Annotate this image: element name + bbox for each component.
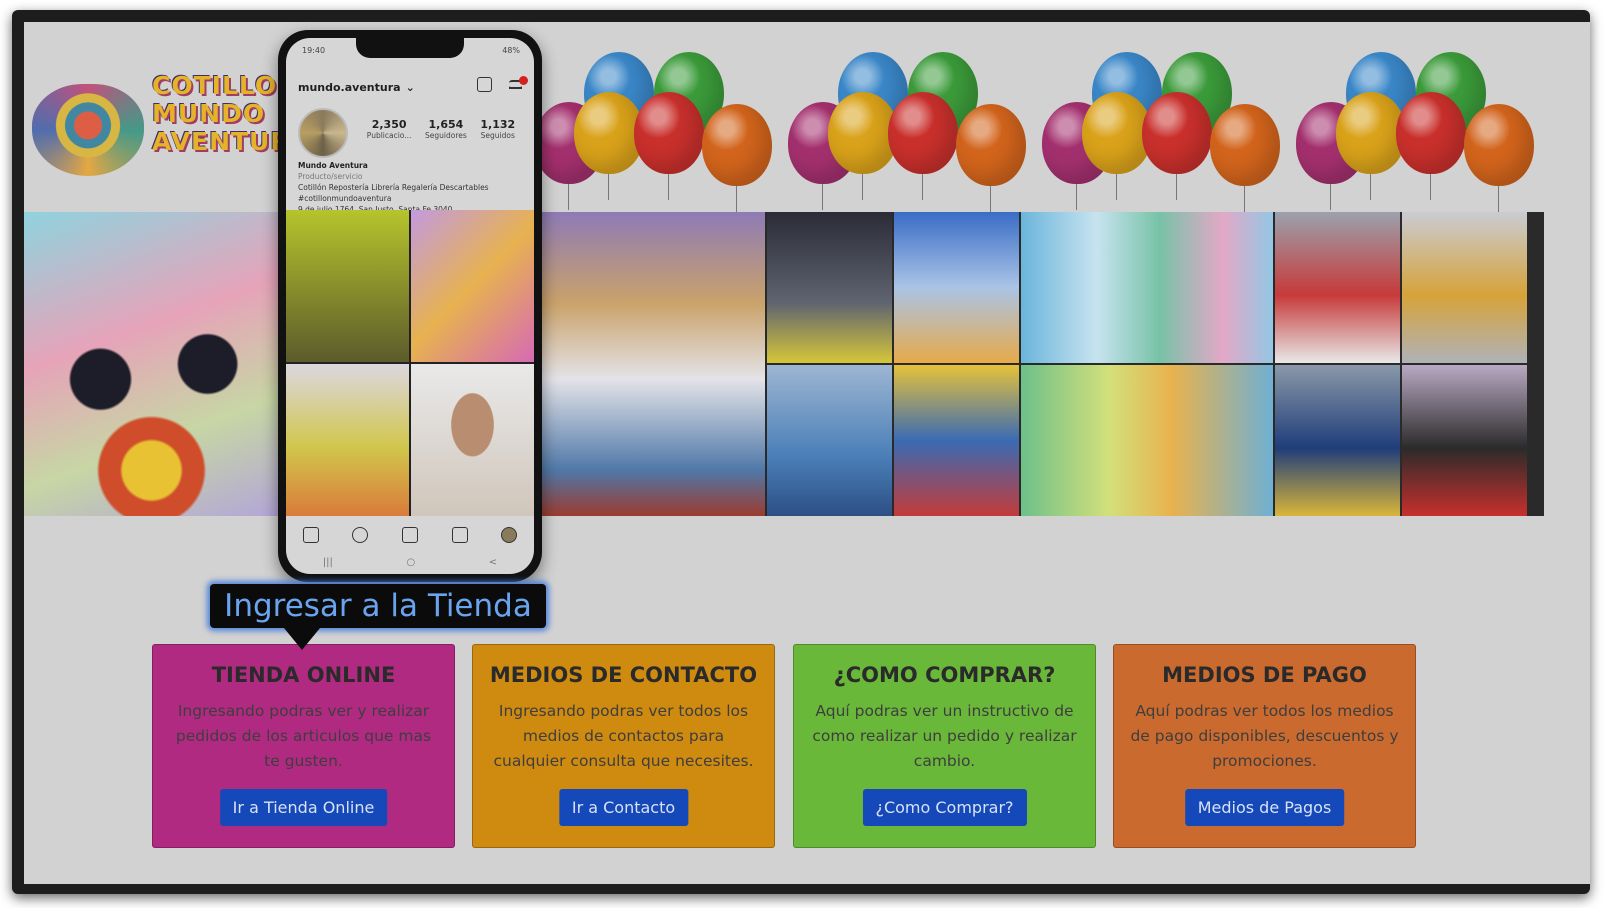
instagram-post-grid (286, 210, 534, 516)
stat-following[interactable]: 1,132 Seguidos (480, 118, 515, 140)
como-comprar-button[interactable]: ¿Como Comprar? (862, 789, 1027, 826)
tooltip-arrow (284, 628, 320, 650)
search-icon[interactable] (352, 527, 369, 543)
collage-photo-paw-patrol (894, 365, 1019, 516)
stat-posts[interactable]: 2,350 Publicacio... (367, 118, 412, 140)
balloon-decoration (1464, 104, 1534, 212)
card-title: ¿COMO COMPRAR? (833, 663, 1056, 687)
balloon-decoration (1142, 92, 1212, 200)
collage-photo-boca (1275, 365, 1400, 516)
card-description: Aquí podras ver un instructivo de como r… (812, 702, 1077, 770)
reels-icon[interactable] (451, 527, 468, 543)
post-thumbnail[interactable] (286, 210, 409, 362)
tienda-online-button[interactable]: Ir a Tienda Online (219, 789, 388, 826)
bio-hashtag[interactable]: #cotillonmundoaventura (298, 193, 526, 204)
card-title: MEDIOS DE CONTACTO (489, 663, 758, 687)
web-page: COTILLON MUNDO AVENTURA 19:40 48% mundo.… (24, 22, 1590, 884)
status-battery: 48% (502, 46, 520, 55)
balloon-decoration (1396, 92, 1466, 200)
collage-photo-sonic (894, 212, 1019, 363)
stat-label: Publicacio... (366, 131, 412, 140)
card-description: Ingresando podras ver y realizar pedidos… (175, 702, 432, 770)
contacto-button[interactable]: Ir a Contacto (558, 789, 689, 826)
post-thumbnail[interactable] (286, 364, 409, 516)
android-nav-bar: ||| ○ < (286, 554, 534, 570)
stat-value: 1,654 (428, 118, 464, 131)
menu-icon[interactable] (509, 76, 528, 89)
balloon-decoration (634, 92, 704, 200)
bio-line: Cotillón Repostería Librería Regalería D… (298, 183, 489, 192)
collage-photo-sunglasses (24, 212, 279, 516)
profile-avatar[interactable] (298, 108, 348, 158)
stat-label: Seguidores (425, 131, 467, 140)
collage-photo-bottles (1402, 212, 1527, 363)
instagram-bottom-nav (286, 518, 534, 552)
post-thumbnail[interactable] (411, 364, 534, 516)
balloon-decoration (956, 104, 1026, 212)
notification-badge (519, 76, 528, 85)
stat-value: 1,132 (480, 118, 516, 131)
profile-icon[interactable] (501, 527, 518, 543)
bio-category: Producto/servicio (298, 172, 363, 181)
stat-followers[interactable]: 1,654 Seguidores (425, 118, 467, 140)
home-icon[interactable] (302, 527, 319, 543)
stat-value: 2,350 (371, 118, 407, 131)
phone-status-bar: 19:40 48% (302, 46, 520, 55)
instagram-profile: 2,350 Publicacio... 1,654 Seguidores 1,1… (298, 108, 522, 168)
collage-photo-river (1402, 365, 1527, 516)
product-collage (24, 212, 1544, 516)
collage-photo-stitch (767, 365, 892, 516)
balloon-decoration (888, 92, 958, 200)
info-cards: TIENDA ONLINE Ingresando podras ver y re… (152, 644, 1418, 850)
status-time: 19:40 (302, 46, 326, 55)
card-como-comprar: ¿COMO COMPRAR? Aquí podras ver un instru… (793, 644, 1096, 848)
brand-logo[interactable]: COTILLON MUNDO AVENTURA (32, 72, 310, 192)
card-medios-pago: MEDIOS DE PAGO Aquí podras ver todos los… (1113, 644, 1416, 848)
phone-screen: 19:40 48% mundo.aventura ⌄ 2,350 Publica… (286, 38, 534, 574)
collage-photo-party-time-1 (1021, 212, 1273, 363)
chevron-down-icon[interactable]: ⌄ (406, 81, 415, 94)
balloon-decoration (1210, 104, 1280, 212)
bio-name: Mundo Aventura (298, 161, 368, 170)
post-thumbnail[interactable] (411, 210, 534, 362)
card-medios-contacto: MEDIOS DE CONTACTO Ingresando podras ver… (472, 644, 775, 848)
card-tienda-online: TIENDA ONLINE Ingresando podras ver y re… (152, 644, 455, 848)
collage-photo-batman (767, 212, 892, 363)
stat-label: Seguidos (480, 131, 515, 140)
card-description: Ingresando podras ver todos los medios d… (493, 702, 754, 770)
medios-pagos-button[interactable]: Medios de Pagos (1184, 789, 1345, 826)
add-post-icon[interactable] (476, 77, 492, 92)
store-tooltip: Ingresar a la Tienda (210, 584, 546, 628)
card-title: TIENDA ONLINE (211, 663, 396, 687)
collage-photo-cream-cartons (525, 212, 765, 516)
carnival-mask-icon (32, 84, 144, 176)
logo-text: COTILLON MUNDO AVENTURA (152, 71, 311, 156)
balloon-decoration (702, 104, 772, 212)
collage-photo-party-time-2 (1021, 365, 1273, 516)
balloons-banner (534, 52, 1584, 222)
instagram-username[interactable]: mundo.aventura (298, 81, 401, 94)
instagram-header: mundo.aventura ⌄ (298, 76, 528, 96)
home-button-icon[interactable]: ○ (406, 557, 415, 568)
add-icon[interactable] (401, 527, 418, 543)
instagram-phone-mockup: 19:40 48% mundo.aventura ⌄ 2,350 Publica… (278, 30, 542, 582)
card-description: Aquí podras ver todos los medios de pago… (1130, 702, 1399, 770)
recents-icon[interactable]: ||| (323, 557, 333, 568)
collage-photo-mugs (1275, 212, 1400, 363)
card-title: MEDIOS DE PAGO (1162, 663, 1367, 687)
profile-stats: 2,350 Publicacio... 1,654 Seguidores 1,1… (360, 118, 522, 140)
profile-bio: Mundo Aventura Producto/servicio Cotilló… (298, 160, 526, 215)
back-icon[interactable]: < (489, 557, 497, 568)
